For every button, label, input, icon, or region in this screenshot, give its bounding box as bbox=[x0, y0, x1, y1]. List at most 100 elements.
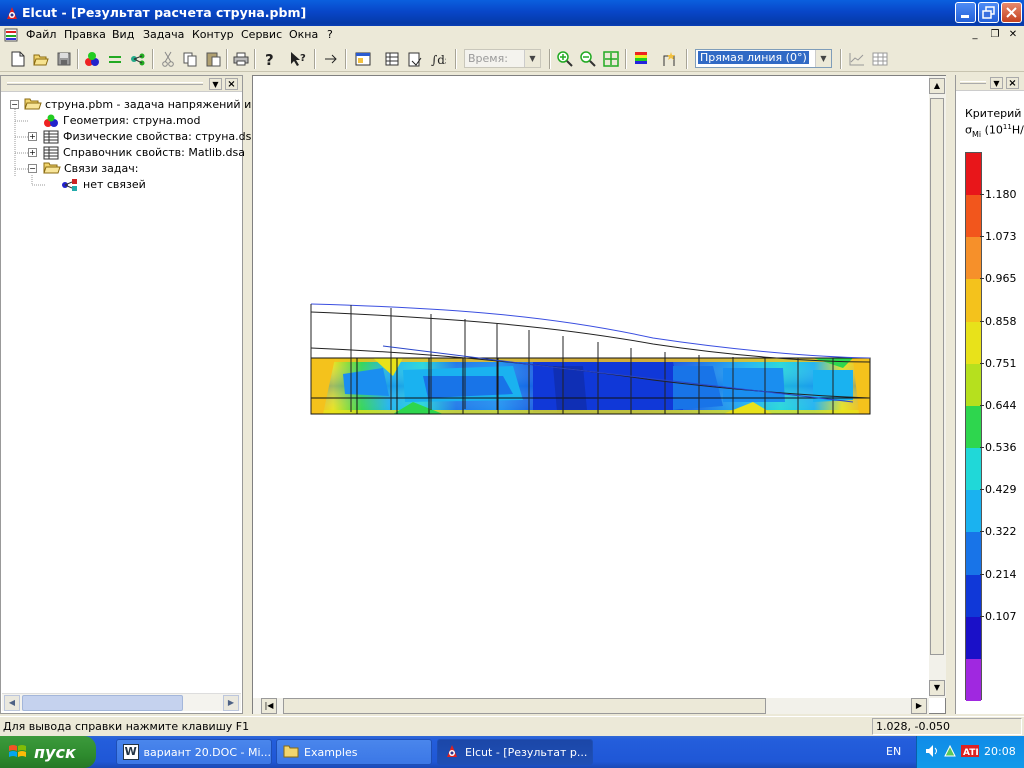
menu-task[interactable]: Задача bbox=[143, 28, 184, 41]
scroll-left-icon[interactable]: |◀ bbox=[261, 698, 277, 714]
new-contour-icon[interactable] bbox=[660, 50, 678, 68]
menu-edit[interactable]: Правка bbox=[64, 28, 106, 41]
scroll-thumb[interactable] bbox=[283, 698, 766, 714]
mdi-minimize-icon[interactable]: _ bbox=[968, 29, 982, 42]
equals-icon[interactable] bbox=[106, 50, 124, 68]
plot-icon[interactable] bbox=[848, 50, 866, 68]
windows-logo-icon bbox=[8, 743, 28, 761]
expand-icon[interactable]: + bbox=[28, 132, 37, 141]
task-examples-folder[interactable]: Examples bbox=[276, 739, 432, 765]
copy-icon[interactable] bbox=[181, 50, 199, 68]
pane-menu-icon[interactable]: ▼ bbox=[990, 77, 1003, 89]
paste-icon[interactable] bbox=[204, 50, 222, 68]
folder-icon bbox=[283, 744, 299, 761]
new-file-icon[interactable] bbox=[9, 50, 27, 68]
volume-icon[interactable] bbox=[925, 744, 939, 761]
scroll-thumb[interactable] bbox=[930, 98, 944, 655]
color-map-icon[interactable] bbox=[632, 50, 650, 68]
close-button[interactable] bbox=[1001, 2, 1022, 23]
time-select[interactable]: Время: ▼ bbox=[464, 49, 541, 68]
elcut-icon bbox=[444, 743, 460, 762]
legend-swatch bbox=[966, 195, 981, 238]
menu-windows[interactable]: Окна bbox=[289, 28, 318, 41]
menu-contour[interactable]: Контур bbox=[192, 28, 234, 41]
legend-tick bbox=[980, 489, 984, 491]
legend-value: 0.965 bbox=[985, 272, 1017, 286]
title-bar: Elcut - [Результат расчета струна.pbm] bbox=[0, 0, 1024, 26]
pane-close-icon[interactable]: × bbox=[225, 78, 238, 90]
pane-grip[interactable] bbox=[960, 81, 986, 84]
scroll-thumb[interactable] bbox=[22, 695, 183, 711]
task-word-document[interactable]: W вариант 20.DOC - Mi... bbox=[116, 739, 272, 765]
zoom-in-icon[interactable] bbox=[556, 50, 574, 68]
expand-icon[interactable]: + bbox=[28, 148, 37, 157]
vertical-scrollbar[interactable]: ▲ ▼ bbox=[929, 76, 946, 698]
menu-view[interactable]: Вид bbox=[112, 28, 134, 41]
toolbar: ? ? ∫ds Время: ▼ Прямая линия (0°) ▼ bbox=[0, 46, 1024, 72]
legend-value: 0.107 bbox=[985, 609, 1017, 623]
legend-tick bbox=[980, 194, 984, 196]
collapse-icon[interactable]: − bbox=[28, 164, 37, 173]
scroll-right-icon[interactable]: ▶ bbox=[911, 698, 927, 714]
menu-file[interactable]: Файл bbox=[26, 28, 56, 41]
legend-tick bbox=[980, 615, 984, 617]
menu-help[interactable]: ? bbox=[327, 28, 333, 41]
context-help-icon[interactable]: ? bbox=[290, 50, 308, 68]
collapse-icon[interactable]: − bbox=[10, 100, 19, 109]
legend-tick bbox=[980, 362, 984, 364]
open-folder-icon[interactable] bbox=[32, 50, 50, 68]
minimize-button[interactable] bbox=[955, 2, 976, 23]
zoom-out-icon[interactable] bbox=[579, 50, 597, 68]
horizontal-scrollbar[interactable]: ◀ ▶ bbox=[2, 693, 241, 711]
pane-header: ▼ × bbox=[956, 75, 1024, 91]
legend-swatch bbox=[966, 490, 981, 533]
calc-icon[interactable] bbox=[406, 50, 424, 68]
cut-icon[interactable] bbox=[159, 50, 177, 68]
legend-tick bbox=[980, 278, 984, 280]
restore-button[interactable] bbox=[978, 2, 999, 23]
task-elcut[interactable]: Elcut - [Результат р... bbox=[437, 739, 593, 765]
language-indicator[interactable]: EN bbox=[886, 745, 901, 758]
legend-units: σMi (1011Н/ bbox=[965, 123, 1024, 139]
legend-swatch bbox=[966, 616, 981, 660]
scroll-down-icon[interactable]: ▼ bbox=[929, 680, 945, 696]
elcut-app-icon[interactable] bbox=[4, 5, 20, 21]
save-icon[interactable] bbox=[55, 50, 73, 68]
links-icon[interactable] bbox=[129, 50, 147, 68]
start-button[interactable]: пуск bbox=[0, 736, 96, 768]
result-view[interactable]: ▲ ▼ |◀ ▶ bbox=[252, 75, 946, 714]
mdi-restore-icon[interactable]: ❐ bbox=[988, 29, 1002, 42]
legend-value: 0.536 bbox=[985, 441, 1017, 455]
table-view-icon[interactable] bbox=[383, 50, 401, 68]
document-icon[interactable] bbox=[4, 28, 18, 42]
line-mode-select[interactable]: Прямая линия (0°) ▼ bbox=[695, 49, 832, 68]
scroll-left-icon[interactable]: ◀ bbox=[4, 695, 20, 711]
pane-close-icon[interactable]: × bbox=[1006, 77, 1019, 89]
scroll-right-icon[interactable]: ▶ bbox=[223, 695, 239, 711]
zoom-fit-icon[interactable] bbox=[602, 50, 620, 68]
pane-menu-icon[interactable]: ▼ bbox=[209, 78, 222, 90]
ati-icon[interactable]: ATI bbox=[961, 744, 979, 761]
taskbar: пуск W вариант 20.DOC - Mi... Examples E… bbox=[0, 736, 1024, 768]
print-icon[interactable] bbox=[232, 50, 250, 68]
help-question-icon[interactable]: ? bbox=[261, 50, 279, 68]
folder-open-icon bbox=[24, 97, 42, 116]
legend-title: Критерий М bbox=[965, 107, 1024, 120]
table-results-icon[interactable] bbox=[871, 50, 889, 68]
pane-grip[interactable] bbox=[7, 82, 203, 85]
integral-icon[interactable]: ∫ds bbox=[429, 50, 447, 68]
legend-value: 0.644 bbox=[985, 398, 1017, 412]
arrow-right-icon[interactable] bbox=[322, 50, 340, 68]
stress-contour-bar bbox=[311, 358, 870, 414]
network-icon[interactable] bbox=[943, 744, 957, 761]
stress-field-plot[interactable] bbox=[253, 76, 929, 698]
chevron-down-icon: ▼ bbox=[524, 50, 540, 67]
geometry-icon[interactable] bbox=[83, 50, 101, 68]
horizontal-scrollbar[interactable]: |◀ ▶ bbox=[253, 698, 929, 714]
window-layout-icon[interactable] bbox=[354, 50, 372, 68]
legend-tick bbox=[980, 236, 984, 238]
mdi-close-icon[interactable]: ✕ bbox=[1006, 29, 1020, 42]
minimize-icon bbox=[961, 15, 969, 18]
scroll-up-icon[interactable]: ▲ bbox=[929, 78, 945, 94]
menu-service[interactable]: Сервис bbox=[241, 28, 282, 41]
